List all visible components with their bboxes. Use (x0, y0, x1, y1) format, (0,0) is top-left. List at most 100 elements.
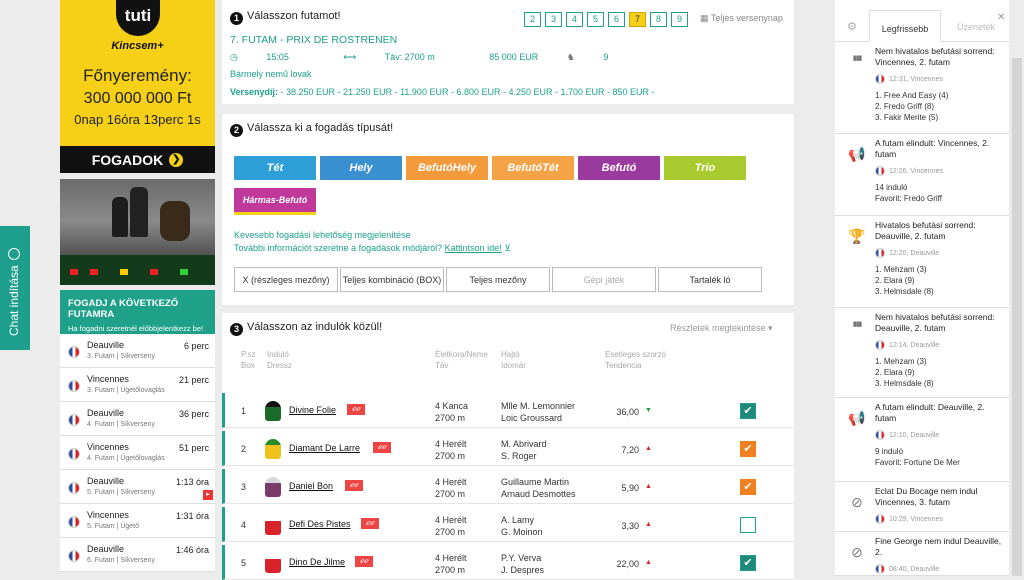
form-icon[interactable]: ℯℯ (355, 556, 373, 567)
race-conditions: Bármely nemű lovak (230, 69, 312, 79)
race-time: 1:31 óra (175, 511, 209, 521)
notification-item[interactable]: ⊘ Eclat Du Bocage nem indul Vincennes, 3… (835, 482, 1009, 532)
gear-icon[interactable]: ⚙ (847, 20, 857, 33)
bet-type-button[interactable]: Hármas-Befutó (234, 188, 316, 212)
flag-france-icon (68, 448, 80, 460)
bet-type-button[interactable]: Tét (234, 156, 316, 180)
next-race-item[interactable]: Vincennes 5. Futam | Ügető 1:31 óra (60, 504, 215, 538)
kincsem-logo: Kincsem+ (111, 40, 164, 52)
bet-mode-button[interactable]: Teljes mezőny (446, 267, 550, 292)
runner-odds: 3,30 (621, 521, 639, 531)
runner-checkbox[interactable] (740, 517, 756, 533)
jackpot-amount: 300 000 000 Ft (83, 90, 192, 107)
bet-type-button[interactable]: Befutó (578, 156, 660, 180)
bet-now-button[interactable]: FOGADOK ❯ (60, 146, 215, 173)
chat-tab[interactable]: Chat indítása (0, 226, 30, 350)
calendar-icon: ▦ (700, 13, 709, 23)
runner-age-distance: 4 Herélt 2700 m (435, 515, 467, 537)
runner-odds: 7,20 (621, 445, 639, 455)
runner-age-distance: 4 Herélt 2700 m (435, 439, 467, 461)
race-tab[interactable]: 8 (650, 12, 667, 27)
race-subtitle: 3. Futam | Síkverseny (87, 353, 155, 360)
runner-number: 2 (241, 444, 247, 454)
next-races-subtitle: Ha fogadni szeretnél előbbjelentkezz be! (68, 324, 204, 333)
full-program-link[interactable]: ▦ Teljes versenynap (700, 13, 783, 24)
distance-icon: ⟷ (343, 52, 357, 62)
notification-title: Nem hivatalos befutási sorrend: Deauvill… (875, 312, 995, 333)
runner-name[interactable]: Daniel Bon (289, 481, 333, 491)
runner-checkbox[interactable]: ✔ (740, 555, 756, 571)
jackpot-ad[interactable]: tuti Kincsem+ Főnyeremény: 300 000 000 F… (60, 0, 215, 146)
tuti-logo: tuti (116, 0, 160, 36)
form-icon[interactable]: ℯℯ (347, 404, 365, 415)
next-race-item[interactable]: Deauville 3. Futam | Síkverseny 6 perc (60, 334, 215, 368)
bet-type-button[interactable]: Trio (664, 156, 746, 180)
next-race-item[interactable]: Deauville 4. Futam | Síkverseny 36 perc (60, 402, 215, 436)
bet-type-button[interactable]: Hely (320, 156, 402, 180)
race-time: 51 perc (178, 443, 209, 453)
chat-bubble-icon (8, 248, 20, 261)
bet-mode-button[interactable]: Gépi játék (552, 267, 656, 292)
notification-meta: 08:40, Deauville (875, 564, 939, 574)
notification-title: Nem hivatalos befutási sorrend: Vincenne… (875, 46, 995, 67)
next-race-item[interactable]: Deauville 6. Futam | Síkverseny 1:46 óra (60, 538, 215, 572)
form-icon[interactable]: ℯℯ (373, 442, 391, 453)
fewer-options-link[interactable]: Kevesebb fogadási lehetőség megjelenítés… (234, 230, 411, 240)
race-tab[interactable]: 4 (566, 12, 583, 27)
form-icon[interactable]: ℯℯ (361, 518, 379, 529)
bet-type-button[interactable]: BefutóHely (406, 156, 488, 180)
jockey-silk-icon (265, 401, 281, 421)
runner-checkbox[interactable]: ✔ (740, 479, 756, 495)
notification-item[interactable]: 📢 A futam elindult: Deauville, 2. futam … (835, 398, 1009, 482)
race-time: 1:46 óra (175, 545, 209, 555)
race-tab[interactable]: 9 (671, 12, 688, 27)
runner-checkbox[interactable]: ✔ (740, 403, 756, 419)
race-tab[interactable]: 6 (608, 12, 625, 27)
tab-messages[interactable]: Üzenetek (957, 22, 995, 32)
next-race-item[interactable]: Vincennes 4. Futam | Ügetőlovaglás 51 pe… (60, 436, 215, 470)
bet-mode-button[interactable]: Teljes kombináció (BOX) (340, 267, 444, 292)
notification-item[interactable]: ⊘ Fine George nem indul Deauville, 2. 08… (835, 532, 1009, 576)
scrollbar[interactable] (1012, 58, 1022, 576)
runner-name[interactable]: Defi Des Pistes (289, 519, 351, 529)
runner-odds: 36,00 (616, 407, 639, 417)
tab-latest[interactable]: Legfrissebb (869, 10, 941, 42)
next-race-item[interactable]: Vincennes 3. Futam | Ügetőlovaglás 21 pe… (60, 368, 215, 402)
runner-row: 1 Divine Folie ℯℯ 4 Kanca 2700 m Mlle M. … (222, 393, 794, 428)
step1-heading: Válasszon futamot! (247, 10, 341, 22)
runner-checkbox[interactable]: ✔ (740, 441, 756, 457)
click-here-link[interactable]: Kattintson ide! (445, 243, 502, 253)
bet-type-button[interactable]: BefutóTét (492, 156, 574, 180)
trend-up-icon: ▲ (645, 483, 652, 490)
runner-name[interactable]: Dino De Jilme (289, 557, 345, 567)
race-tab[interactable]: 2 (524, 12, 541, 27)
next-race-item[interactable]: Deauville 5. Futam | Síkverseny 1:13 óra… (60, 470, 215, 504)
race-time: 1:13 óra (175, 477, 209, 487)
race-tab[interactable]: 7 (629, 12, 646, 27)
flag-france-icon (875, 248, 885, 258)
trend-up-icon: ▲ (645, 559, 652, 566)
notification-meta: 10:29, Vincennes (875, 514, 943, 524)
notification-item[interactable]: ▮▮▮ Nem hivatalos befutási sorrend: Vinc… (835, 42, 1009, 134)
close-icon[interactable]: ✕ (997, 12, 1005, 23)
bet-mode-button[interactable]: Tartalék ló (658, 267, 762, 292)
notification-item[interactable]: ▮▮▮ Nem hivatalos befutási sorrend: Deau… (835, 308, 1009, 398)
notification-item[interactable]: 📢 A futam elindult: Vincennes, 2. futam … (835, 134, 1009, 216)
details-link[interactable]: Részletek megtekintése ▾ (670, 323, 773, 334)
race-tab[interactable]: 3 (545, 12, 562, 27)
race-subtitle: 5. Futam | Ügető (87, 523, 140, 530)
race-info: ◷ 15:05 ⟷ Táv: 2700 m 85 000 EUR ♞ 9 (230, 52, 609, 62)
race-tab[interactable]: 5 (587, 12, 604, 27)
runner-number: 3 (241, 482, 247, 492)
runner-driver-trainer: A. Lamy G. Moinon (501, 515, 543, 537)
bet-mode-button[interactable]: X (részleges mezőny) (234, 267, 338, 292)
runner-name[interactable]: Divine Folie (289, 405, 336, 415)
horse-icon: ♞ (566, 52, 575, 62)
notification-details: 9 induló Favorit: Fortune De Mer (875, 447, 960, 467)
runner-name[interactable]: Diamant De Larre (289, 443, 360, 453)
live-icon: ▸ (203, 490, 213, 500)
live-video-thumbnail[interactable] (60, 179, 215, 285)
notification-item[interactable]: 🏆 Hivatalos befutási sorrend: Deauville,… (835, 216, 1009, 308)
form-icon[interactable]: ℯℯ (345, 480, 363, 491)
notification-details: 1. Free And Easy (4) 2. Fredo Griff (8) 3.… (875, 91, 949, 122)
